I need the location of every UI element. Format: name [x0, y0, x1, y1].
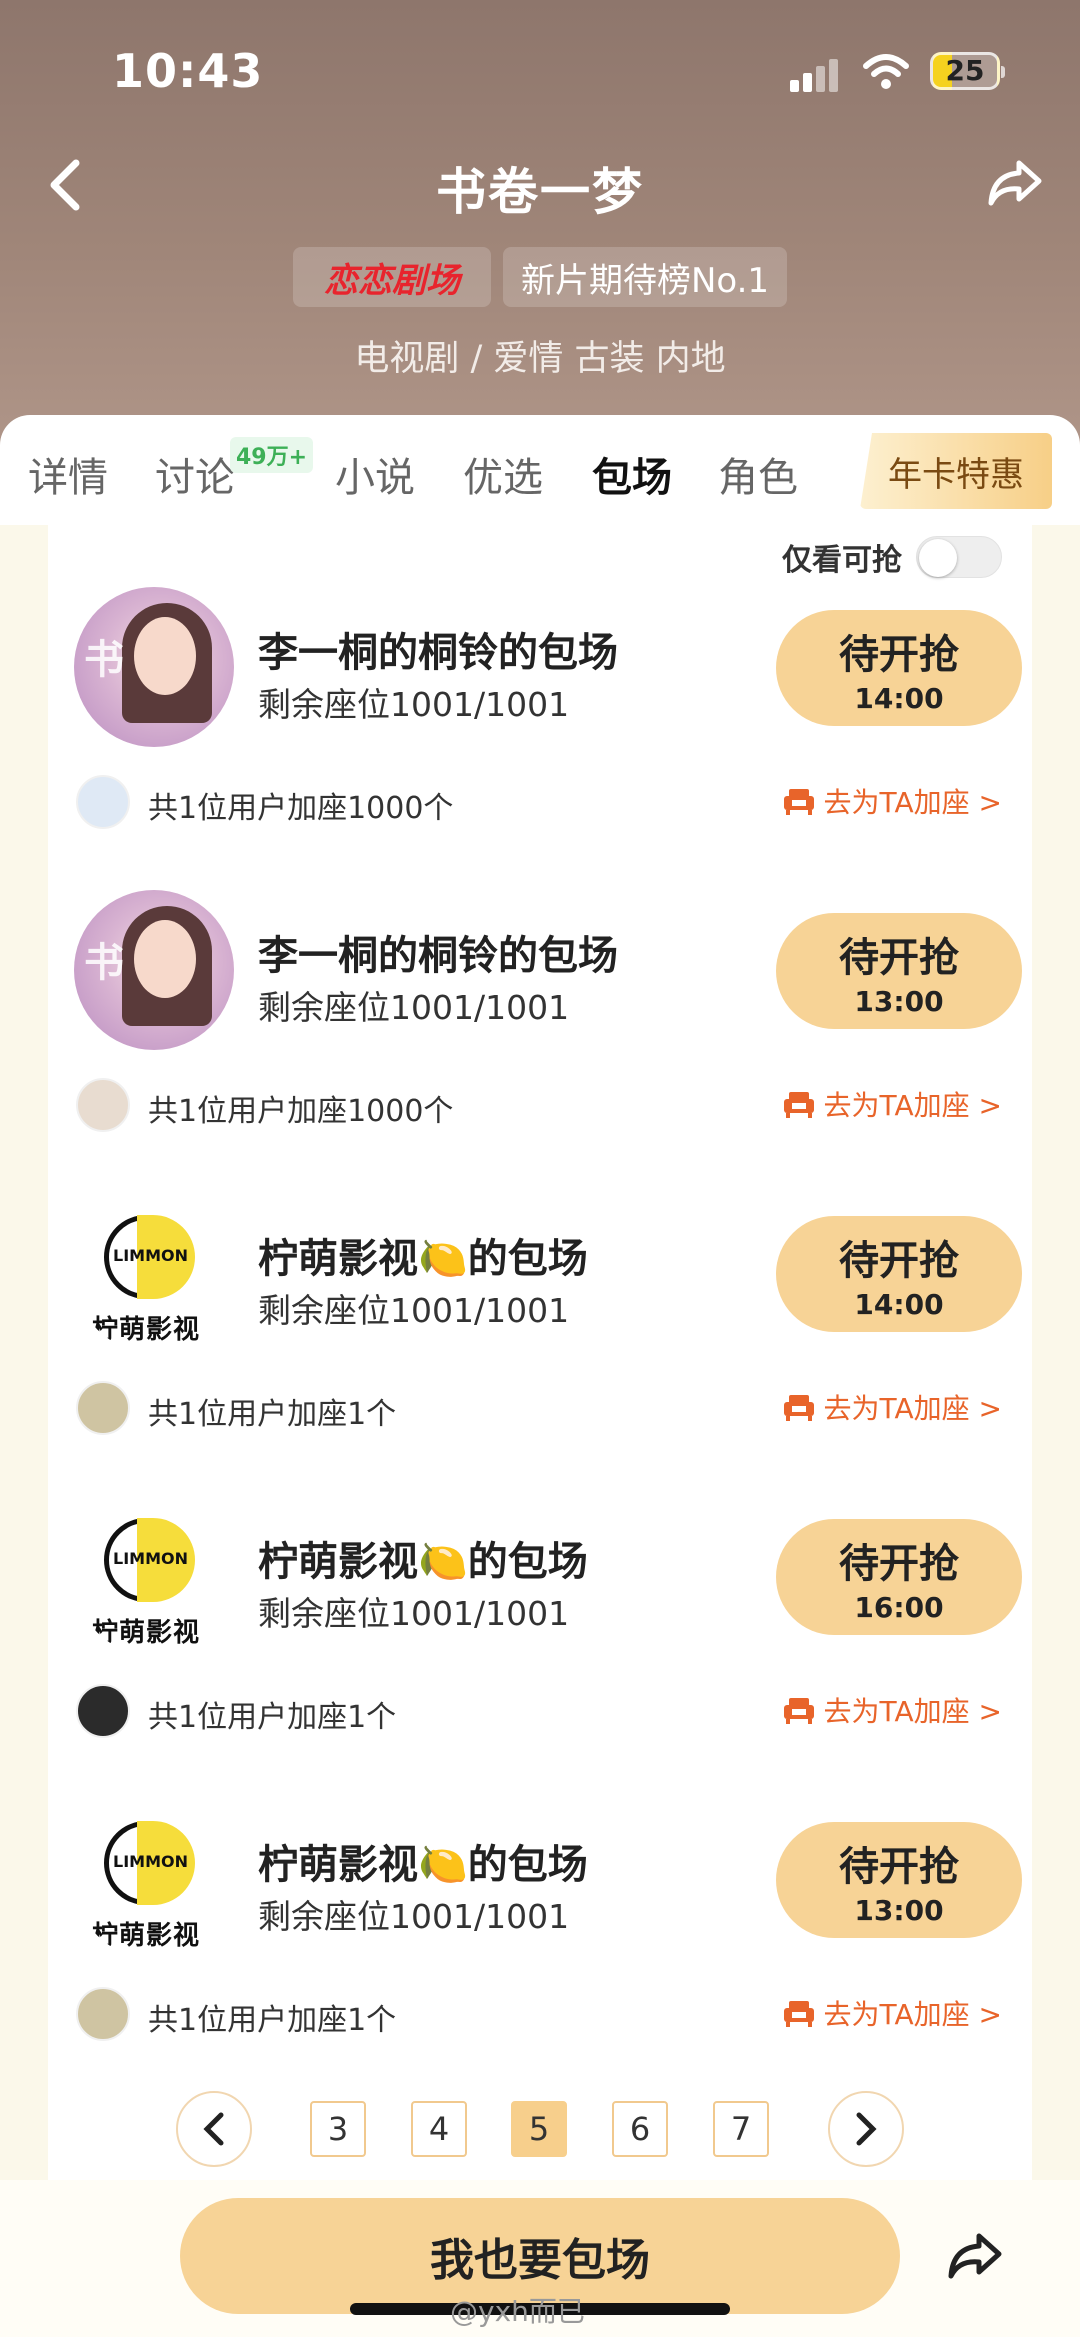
wifi-icon: [863, 54, 909, 89]
card-title: 李一桐的桐铃的包场: [258, 933, 618, 979]
join-seat-link[interactable]: 去为TA加座 >: [782, 1387, 1002, 1427]
page-4[interactable]: 4: [411, 2101, 467, 2157]
grab-label: 待开抢: [839, 631, 959, 678]
lemon-logo-icon: LIMMON: [104, 1518, 195, 1602]
join-link-label: 去为TA加座 >: [823, 786, 1002, 819]
join-link-label: 去为TA加座 >: [823, 1392, 1002, 1425]
sofa-icon: [783, 2001, 814, 2027]
grab-button[interactable]: 待开抢 16:00: [776, 1519, 1022, 1635]
seat-count: 剩余座位1001/1001: [258, 1897, 570, 1936]
join-seat-link[interactable]: 去为TA加座 >: [782, 781, 1002, 821]
booking-card: 书 李一桐的桐铃的包场 剩余座位1001/1001 待开抢 14:00 共1位用…: [48, 525, 1032, 829]
lemon-logo-icon: LIMMON: [104, 1821, 195, 1905]
join-seat-link[interactable]: 去为TA加座 >: [782, 1084, 1002, 1124]
host-avatar[interactable]: 书: [74, 587, 234, 747]
rank-tag[interactable]: 新片期待榜No.1: [502, 247, 788, 307]
grab-button[interactable]: 待开抢 13:00: [776, 1822, 1022, 1938]
page-title: 书卷一梦: [436, 163, 644, 221]
page-7[interactable]: 7: [713, 2101, 769, 2157]
page-3[interactable]: 3: [310, 2101, 366, 2157]
card-title: 柠萌影视🍋的包场: [258, 1842, 588, 1888]
page-5-current[interactable]: 5: [511, 2101, 567, 2157]
tab-novel[interactable]: 小说: [335, 445, 415, 503]
tab-picks[interactable]: 优选: [463, 445, 543, 503]
tab-details[interactable]: 详情: [28, 445, 108, 503]
next-page-button[interactable]: [828, 2091, 904, 2167]
tab-booking[interactable]: 包场: [592, 445, 672, 503]
join-link-label: 去为TA加座 >: [823, 1695, 1002, 1728]
host-avatar[interactable]: LIMMON 柠萌影视: [74, 1496, 234, 1656]
header: 10:43 25 书卷一梦 恋恋剧场 新片期待榜No.1 电视剧 / 爱情 古装…: [0, 0, 1080, 460]
grab-label: 待开抢: [839, 934, 959, 981]
sofa-icon: [783, 1698, 814, 1724]
booking-card: LIMMON 柠萌影视 柠萌影视🍋的包场 剩余座位1001/1001 待开抢 1…: [48, 1131, 1032, 1435]
chevron-left-icon: [203, 2112, 224, 2146]
host-avatar[interactable]: LIMMON 柠萌影视: [74, 1799, 234, 1959]
join-summary: 共1位用户加座1000个: [148, 791, 454, 826]
grab-button[interactable]: 待开抢 14:00: [776, 610, 1022, 726]
user-avatar: [76, 1684, 130, 1738]
logo-wordmark: 柠萌影视: [92, 1618, 201, 1648]
grab-time: 14:00: [854, 681, 944, 715]
prev-page-button[interactable]: [176, 2091, 252, 2167]
booking-card: 书 李一桐的桐铃的包场 剩余座位1001/1001 待开抢 13:00 共1位用…: [48, 828, 1032, 1132]
user-avatar: [76, 1381, 130, 1435]
discussion-count-badge: 49万+: [230, 437, 314, 473]
grab-button[interactable]: 待开抢 13:00: [776, 913, 1022, 1029]
grab-button[interactable]: 待开抢 14:00: [776, 1216, 1022, 1332]
card-title: 柠萌影视🍋的包场: [258, 1236, 588, 1282]
genre-line: 电视剧 / 爱情 古装 内地: [354, 339, 726, 379]
join-seat-link[interactable]: 去为TA加座 >: [782, 1993, 1002, 2033]
join-summary: 共1位用户加座1000个: [148, 1094, 454, 1129]
sofa-icon: [783, 1092, 814, 1118]
brand-tag: 恋恋剧场: [292, 247, 491, 307]
sofa-icon: [783, 789, 814, 815]
annual-card-button[interactable]: 年卡特惠: [860, 433, 1052, 509]
share-icon[interactable]: [945, 2228, 1005, 2284]
tab-bar: 详情 讨论 49万+ 小说 优选 包场 角色 年卡特惠: [0, 415, 1080, 525]
host-avatar[interactable]: 书: [74, 890, 234, 1050]
user-avatar: [76, 1078, 130, 1132]
card-title: 柠萌影视🍋的包场: [258, 1539, 588, 1585]
join-seat-link[interactable]: 去为TA加座 >: [782, 1690, 1002, 1730]
join-link-label: 去为TA加座 >: [823, 1998, 1002, 2031]
signal-icon: [790, 58, 840, 92]
grab-time: 16:00: [854, 1590, 944, 1624]
grab-time: 13:00: [854, 984, 944, 1018]
page-6[interactable]: 6: [612, 2101, 668, 2157]
lemon-logo-icon: LIMMON: [104, 1215, 195, 1299]
battery-indicator: 25: [930, 52, 1005, 90]
grab-label: 待开抢: [839, 1237, 959, 1284]
share-icon[interactable]: [985, 155, 1045, 211]
grab-time: 13:00: [854, 1893, 944, 1927]
join-summary: 共1位用户加座1个: [148, 1700, 397, 1735]
chevron-right-icon: [856, 2112, 877, 2146]
host-avatar[interactable]: LIMMON 柠萌影视: [74, 1193, 234, 1353]
user-avatar: [76, 1987, 130, 2041]
tag-row: 恋恋剧场 新片期待榜No.1: [0, 247, 1080, 307]
join-summary: 共1位用户加座1个: [148, 2003, 397, 2038]
seat-count: 剩余座位1001/1001: [258, 685, 570, 724]
join-link-label: 去为TA加座 >: [823, 1089, 1002, 1122]
user-avatar: [76, 775, 130, 829]
pagination: 3 4 5 6 7: [0, 2085, 1080, 2175]
card-title: 李一桐的桐铃的包场: [258, 630, 618, 676]
grab-label: 待开抢: [839, 1540, 959, 1587]
booking-list: 仅看可抢 书 李一桐的桐铃的包场 剩余座位1001/1001 待开抢 14:00…: [48, 525, 1032, 2190]
tab-roles[interactable]: 角色: [718, 445, 798, 503]
sofa-icon: [783, 1395, 814, 1421]
seat-count: 剩余座位1001/1001: [258, 1291, 570, 1330]
booking-card: LIMMON 柠萌影视 柠萌影视🍋的包场 剩余座位1001/1001 待开抢 1…: [48, 1434, 1032, 1738]
logo-wordmark: 柠萌影视: [92, 1315, 201, 1345]
join-summary: 共1位用户加座1个: [148, 1397, 397, 1432]
booking-card: LIMMON 柠萌影视 柠萌影视🍋的包场 剩余座位1001/1001 待开抢 1…: [48, 1737, 1032, 2041]
watermark: @yxh而已: [450, 2295, 585, 2328]
tab-discussion[interactable]: 讨论: [155, 445, 235, 503]
grab-time: 14:00: [854, 1287, 944, 1321]
grab-label: 待开抢: [839, 1843, 959, 1890]
seat-count: 剩余座位1001/1001: [258, 988, 570, 1027]
status-time: 10:43: [112, 44, 264, 98]
logo-wordmark: 柠萌影视: [92, 1921, 201, 1951]
seat-count: 剩余座位1001/1001: [258, 1594, 570, 1633]
